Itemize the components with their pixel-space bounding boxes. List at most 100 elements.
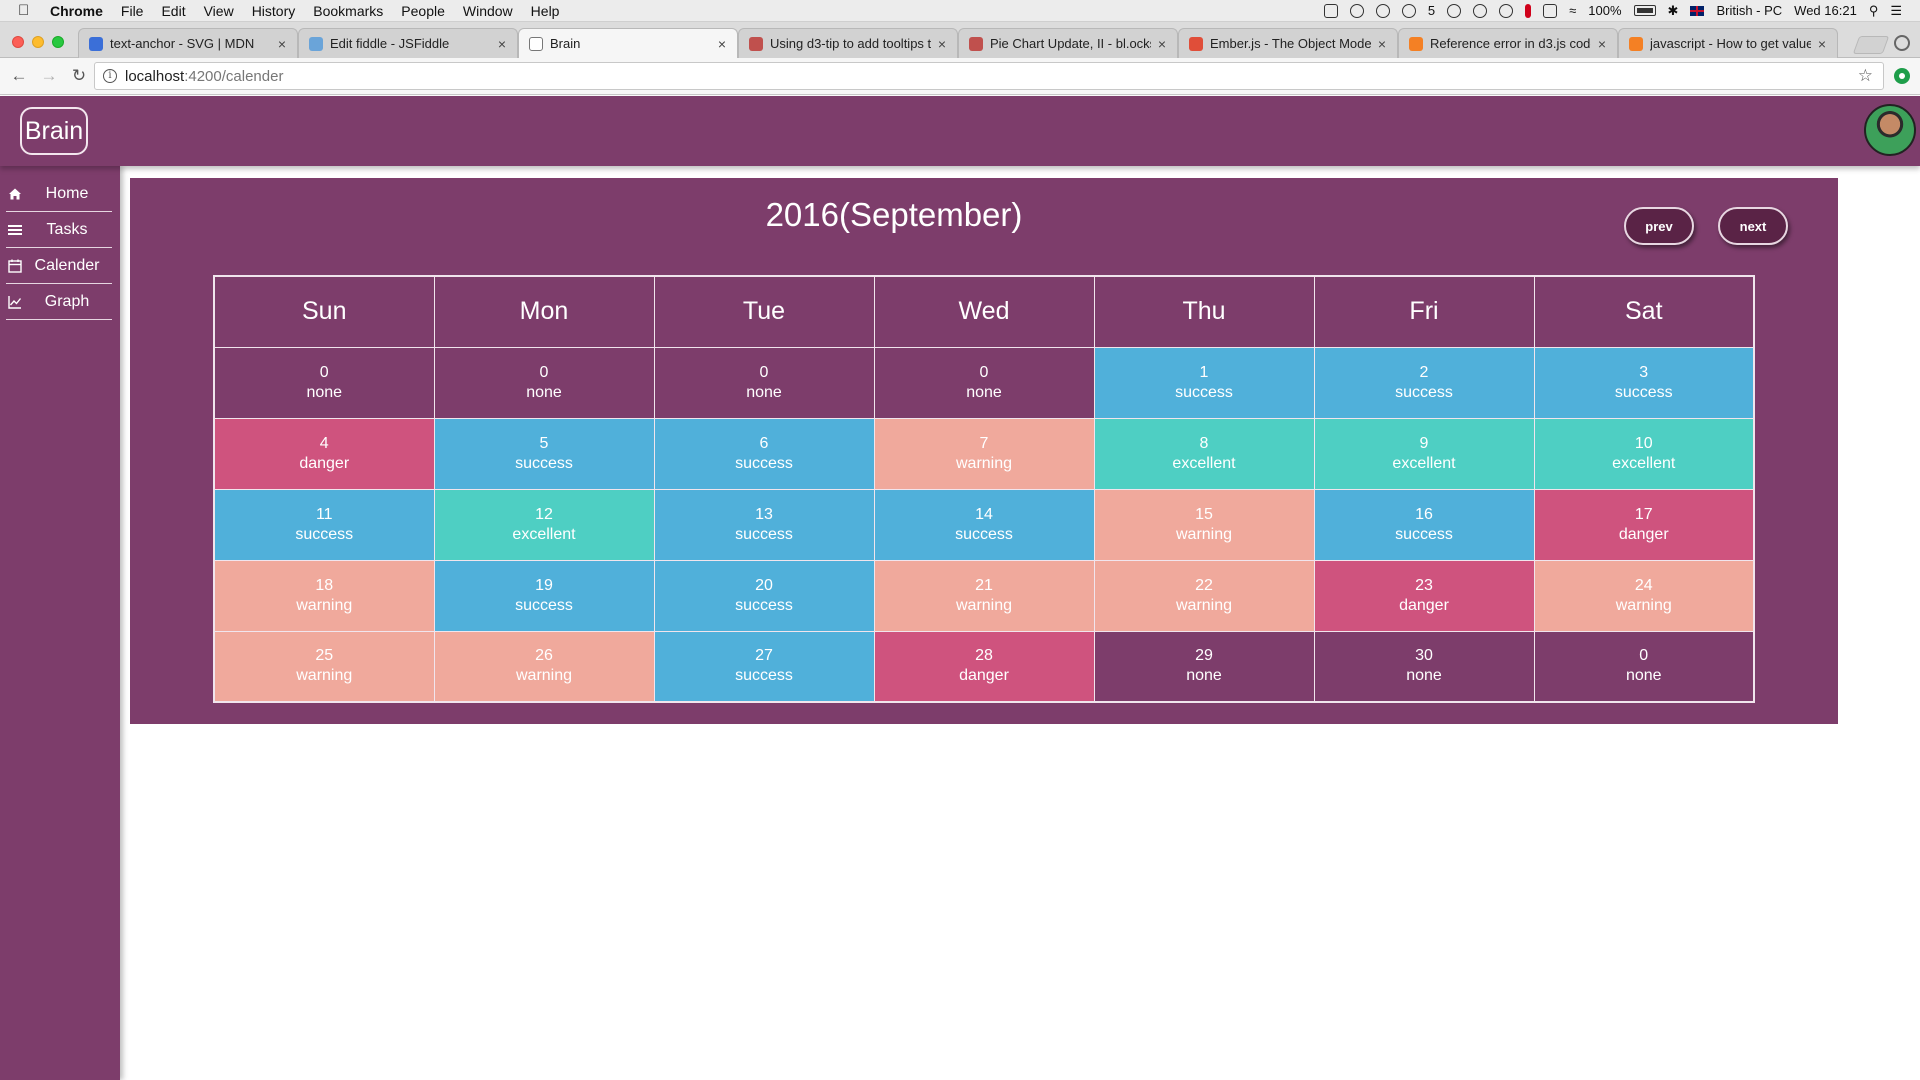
- day-cell[interactable]: 12 excellent: [433, 488, 655, 561]
- day-cell[interactable]: 15 warning: [1093, 488, 1315, 561]
- tab-d3-tip[interactable]: Using d3-tip to add tooltips t ×: [738, 28, 958, 58]
- tab-close-icon[interactable]: ×: [1595, 36, 1609, 52]
- sidebar-item-calender[interactable]: Calender: [6, 248, 112, 284]
- day-cell[interactable]: 11 success: [213, 488, 435, 561]
- airplay-icon[interactable]: [1543, 3, 1558, 18]
- menu-view[interactable]: View: [204, 3, 234, 19]
- profile-icon[interactable]: [1894, 35, 1910, 51]
- day-cell[interactable]: 20 success: [653, 559, 875, 632]
- new-tab-button[interactable]: [1852, 36, 1890, 54]
- day-cell[interactable]: 0 none: [213, 346, 435, 419]
- tab-close-icon[interactable]: ×: [275, 36, 289, 52]
- evernote-icon[interactable]: [1375, 3, 1390, 18]
- menu-file[interactable]: File: [121, 3, 144, 19]
- sidebar-item-graph[interactable]: Graph: [6, 284, 112, 320]
- avatar[interactable]: [1864, 104, 1916, 156]
- keyboard-layout[interactable]: British - PC: [1716, 3, 1782, 18]
- day-cell[interactable]: 24 warning: [1533, 559, 1755, 632]
- notification-center-icon[interactable]: ☰: [1890, 3, 1902, 19]
- bookmark-star-icon[interactable]: ☆: [1858, 66, 1873, 86]
- spotlight-icon[interactable]: ⚲: [1869, 3, 1879, 19]
- day-cell[interactable]: 29 none: [1093, 630, 1315, 703]
- sync-icon[interactable]: [1349, 3, 1364, 18]
- day-cell[interactable]: 4 danger: [213, 417, 435, 490]
- day-cell[interactable]: 18 warning: [213, 559, 435, 632]
- tab-ember[interactable]: Ember.js - The Object Model ×: [1178, 28, 1398, 58]
- menu-edit[interactable]: Edit: [161, 3, 185, 19]
- wifi-icon[interactable]: ≈: [1569, 3, 1576, 18]
- tab-close-icon[interactable]: ×: [1155, 36, 1169, 52]
- glasses-icon[interactable]: [1401, 3, 1416, 18]
- tab-reference-error[interactable]: Reference error in d3.js code ×: [1398, 28, 1618, 58]
- day-cell[interactable]: 0 none: [873, 346, 1095, 419]
- cloud-icon[interactable]: [1499, 3, 1514, 18]
- prev-button[interactable]: prev: [1624, 207, 1694, 245]
- menu-help[interactable]: Help: [531, 3, 560, 19]
- day-cell[interactable]: 3 success: [1533, 346, 1755, 419]
- menu-people[interactable]: People: [401, 3, 445, 19]
- back-button[interactable]: ←: [8, 66, 30, 86]
- bluetooth-icon[interactable]: ✱: [1668, 3, 1679, 19]
- close-window-button[interactable]: [12, 36, 24, 48]
- notifications-count[interactable]: 5: [1428, 3, 1435, 18]
- sidebar-item-home[interactable]: Home: [6, 176, 112, 212]
- day-cell[interactable]: 28 danger: [873, 630, 1095, 703]
- day-cell[interactable]: 22 warning: [1093, 559, 1315, 632]
- day-cell[interactable]: 25 warning: [213, 630, 435, 703]
- day-cell[interactable]: 2 success: [1313, 346, 1535, 419]
- drive-icon[interactable]: [1447, 3, 1462, 18]
- day-cell[interactable]: 0 none: [653, 346, 875, 419]
- menu-app-name[interactable]: Chrome: [50, 3, 103, 19]
- day-cell[interactable]: 19 success: [433, 559, 655, 632]
- menu-window[interactable]: Window: [463, 3, 513, 19]
- tab-close-icon[interactable]: ×: [495, 36, 509, 52]
- window-icon[interactable]: [1323, 3, 1338, 18]
- day-cell[interactable]: 1 success: [1093, 346, 1315, 419]
- forward-button[interactable]: →: [38, 66, 60, 86]
- tab-brain[interactable]: Brain ×: [518, 28, 738, 58]
- day-cell[interactable]: 17 danger: [1533, 488, 1755, 561]
- menu-history[interactable]: History: [252, 3, 296, 19]
- day-cell[interactable]: 10 excellent: [1533, 417, 1755, 490]
- day-cell[interactable]: 7 warning: [873, 417, 1095, 490]
- tab-close-icon[interactable]: ×: [715, 36, 729, 52]
- menu-bookmarks[interactable]: Bookmarks: [313, 3, 383, 19]
- tab-javascript[interactable]: javascript - How to get value ×: [1618, 28, 1838, 58]
- day-cell[interactable]: 0 none: [433, 346, 655, 419]
- clock[interactable]: Wed 16:21: [1794, 3, 1857, 18]
- dnd-icon[interactable]: [1473, 3, 1488, 18]
- flag-icon[interactable]: [1690, 5, 1705, 16]
- day-cell[interactable]: 6 success: [653, 417, 875, 490]
- zoom-window-button[interactable]: [52, 36, 64, 48]
- day-cell[interactable]: 8 excellent: [1093, 417, 1315, 490]
- tab-mdn[interactable]: text-anchor - SVG | MDN ×: [78, 28, 298, 58]
- day-cell[interactable]: 13 success: [653, 488, 875, 561]
- tab-close-icon[interactable]: ×: [1375, 36, 1389, 52]
- day-cell[interactable]: 26 warning: [433, 630, 655, 703]
- tab-jsfiddle[interactable]: Edit fiddle - JSFiddle ×: [298, 28, 518, 58]
- day-cell[interactable]: 23 danger: [1313, 559, 1535, 632]
- day-cell[interactable]: 14 success: [873, 488, 1095, 561]
- battery-icon[interactable]: [1633, 5, 1656, 16]
- brand-logo[interactable]: Brain: [20, 107, 88, 155]
- day-cell[interactable]: 9 excellent: [1313, 417, 1535, 490]
- day-cell[interactable]: 0 none: [1533, 630, 1755, 703]
- tab-close-icon[interactable]: ×: [1815, 36, 1829, 52]
- apple-icon[interactable]: : [18, 2, 36, 19]
- day-cell[interactable]: 27 success: [653, 630, 875, 703]
- tab-pie-chart[interactable]: Pie Chart Update, II - bl.ocks ×: [958, 28, 1178, 58]
- day-cell[interactable]: 30 none: [1313, 630, 1535, 703]
- pause-icon[interactable]: [1525, 3, 1532, 18]
- address-bar[interactable]: i localhost :4200/calender ☆: [94, 62, 1884, 90]
- day-cell[interactable]: 21 warning: [873, 559, 1095, 632]
- day-cell[interactable]: 16 success: [1313, 488, 1535, 561]
- reload-button[interactable]: ↻: [68, 66, 90, 86]
- next-button[interactable]: next: [1718, 207, 1788, 245]
- day-cell[interactable]: 5 success: [433, 417, 655, 490]
- extension-icon[interactable]: [1894, 68, 1910, 84]
- battery-percent[interactable]: 100%: [1588, 3, 1621, 18]
- tab-close-icon[interactable]: ×: [935, 36, 949, 52]
- info-icon[interactable]: i: [103, 69, 117, 83]
- minimize-window-button[interactable]: [32, 36, 44, 48]
- sidebar-item-tasks[interactable]: Tasks: [6, 212, 112, 248]
